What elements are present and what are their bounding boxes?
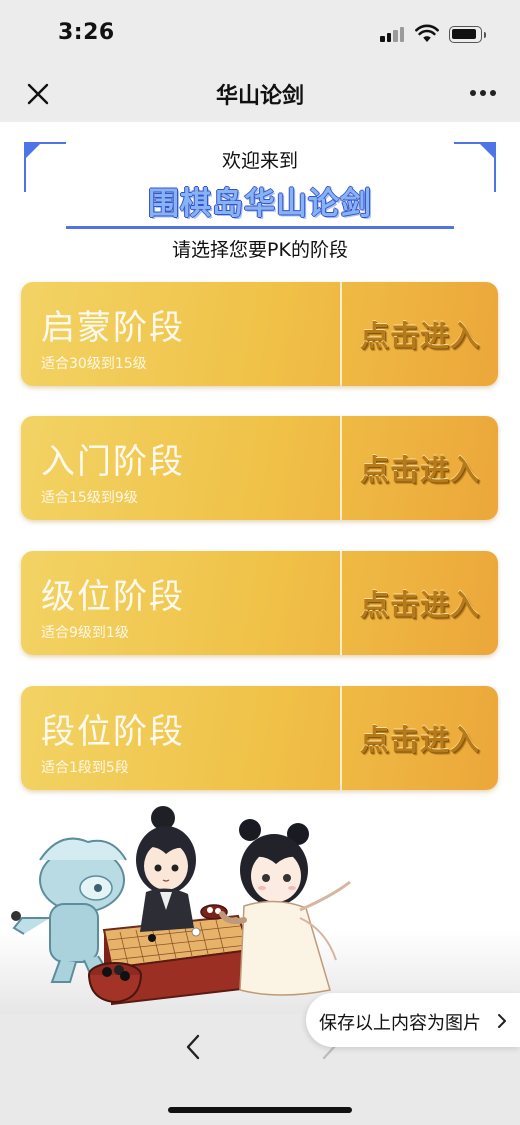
enter-label: 点击进入 — [359, 588, 480, 622]
enter-button[interactable]: 点击进入 — [342, 416, 498, 520]
page-title: 华山论剑 — [215, 84, 304, 109]
home-indicator[interactable] — [168, 1107, 352, 1113]
back-arrow-icon[interactable] — [182, 1033, 204, 1061]
go-characters-illustration — [11, 806, 351, 1006]
enter-button[interactable]: 点击进入 — [342, 282, 498, 386]
save-as-image-button[interactable]: 保存以上内容为图片 — [306, 993, 520, 1047]
enter-label: 点击进入 — [359, 453, 480, 487]
enter-button[interactable]: 点击进入 — [342, 686, 498, 790]
girl-character — [219, 819, 351, 996]
signal-icon — [380, 26, 406, 42]
stage-info: 入门阶段 适合15级到9级 — [21, 416, 341, 520]
stage-card-beginner[interactable]: 入门阶段 适合15级到9级 点击进入 — [21, 416, 498, 520]
stage-name: 入门阶段 — [41, 442, 185, 482]
battery-icon — [449, 26, 486, 43]
stage-range: 适合1段到5段 — [41, 760, 129, 776]
save-as-image-label: 保存以上内容为图片 — [319, 1013, 481, 1034]
enter-label: 点击进入 — [359, 319, 480, 353]
event-title: 围棋岛华山论剑 — [148, 186, 372, 222]
stage-prompt: 请选择您要PK的阶段 — [172, 239, 348, 261]
stage-card-enlightenment[interactable]: 启蒙阶段 适合30级到15级 点击进入 — [21, 282, 498, 386]
stage-name: 级位阶段 — [41, 577, 185, 617]
stage-info: 启蒙阶段 适合30级到15级 — [21, 282, 341, 386]
stage-info: 级位阶段 适合9级到1级 — [21, 551, 341, 655]
enter-label: 点击进入 — [359, 723, 480, 757]
welcome-text: 欢迎来到 — [221, 150, 298, 172]
chevron-right-icon — [498, 1014, 506, 1028]
nav-bar: 华山论剑 — [0, 66, 520, 122]
title-underline — [66, 226, 454, 229]
stage-card-dan[interactable]: 段位阶段 适合1段到5段 点击进入 — [21, 686, 498, 790]
stage-name: 段位阶段 — [41, 712, 185, 752]
stage-info: 段位阶段 适合1段到5段 — [21, 686, 341, 790]
status-time: 3:26 — [58, 20, 115, 45]
wifi-icon — [415, 24, 439, 42]
boy-character — [136, 806, 196, 932]
stage-range: 适合15级到9级 — [41, 490, 138, 506]
enter-button[interactable]: 点击进入 — [342, 551, 498, 655]
stage-name: 启蒙阶段 — [41, 308, 185, 348]
more-icon[interactable] — [466, 90, 500, 98]
stage-range: 适合9级到1级 — [41, 625, 129, 641]
status-bar: 3:26 — [0, 0, 520, 66]
stage-range: 适合30级到15级 — [41, 356, 147, 372]
stage-card-kyu[interactable]: 级位阶段 适合9级到1级 点击进入 — [21, 551, 498, 655]
